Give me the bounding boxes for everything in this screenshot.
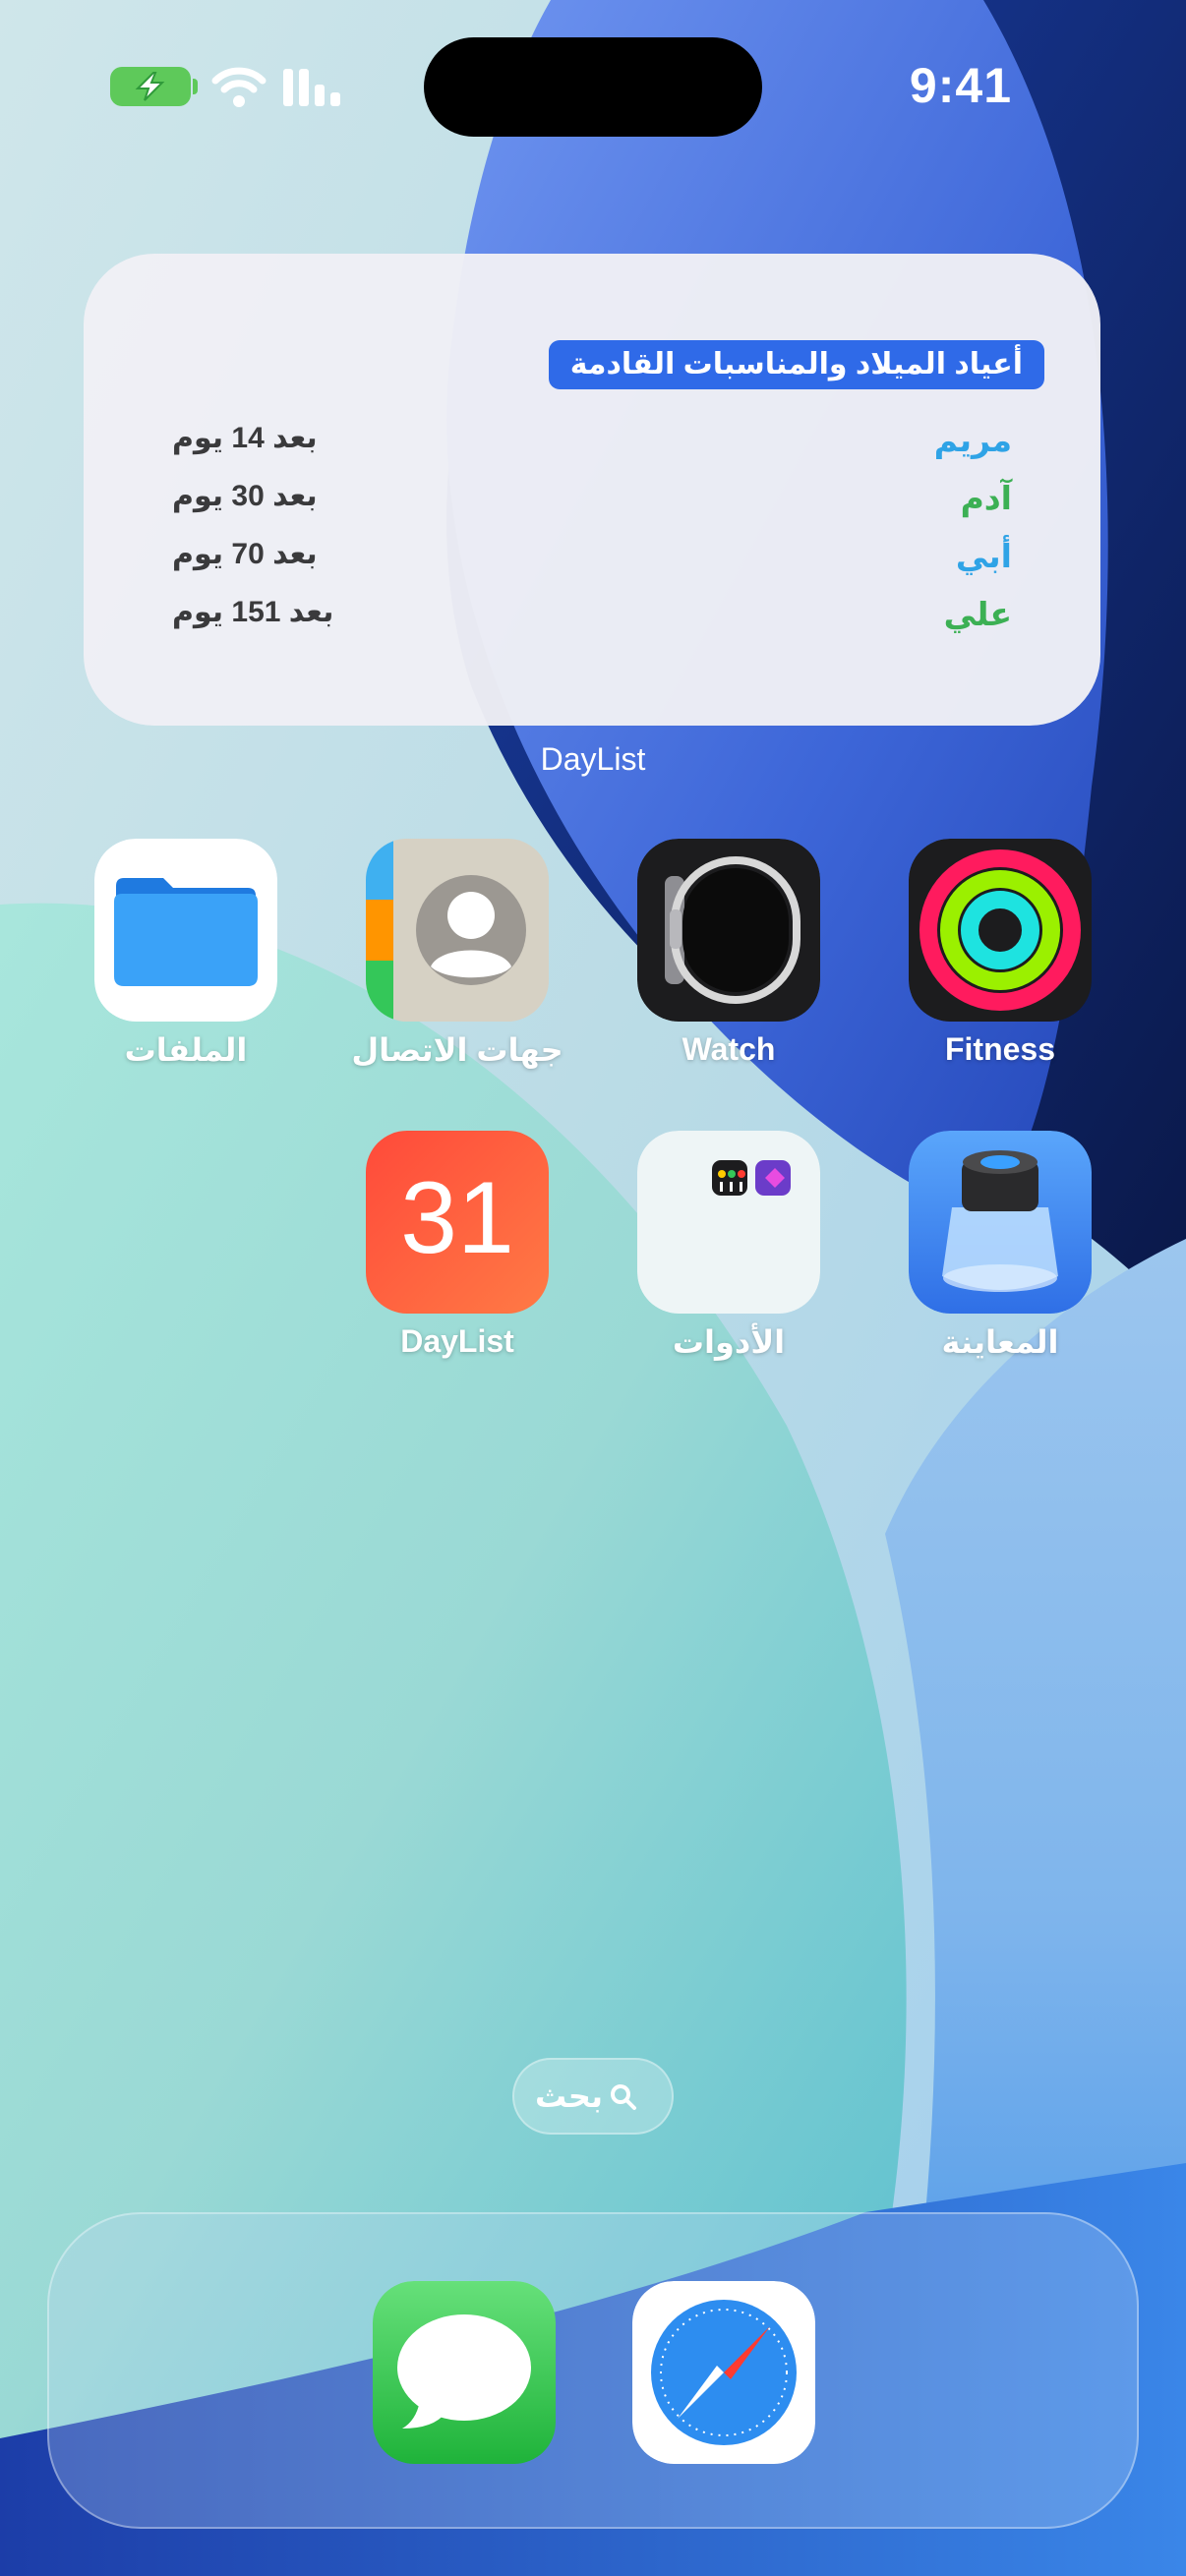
preview-loupe-icon <box>909 1131 1092 1314</box>
messages-icon[interactable] <box>373 2281 556 2464</box>
safari-compass-icon[interactable] <box>632 2281 815 2464</box>
folder-icon <box>94 839 277 1022</box>
battery-nub <box>193 79 198 94</box>
utilities-folder-icon <box>637 1131 820 1314</box>
event-countdown: بعد 30 يوم <box>172 480 318 512</box>
app-label: المعاينة <box>941 1324 1059 1360</box>
cellular-signal-icon <box>283 69 340 106</box>
wifi-icon <box>211 67 267 107</box>
widget-app-label: DayList <box>540 741 646 777</box>
event-name: آدم <box>960 480 1012 516</box>
app-label: Watch <box>682 1031 776 1067</box>
app-label: الأدوات <box>672 1324 786 1360</box>
event-countdown: بعد 14 يوم <box>172 422 318 454</box>
search-label: بحث <box>535 2078 603 2114</box>
search-pill[interactable]: بحث <box>512 2058 674 2135</box>
calendar-day-icon: 31 <box>366 1131 549 1314</box>
status-time: 9:41 <box>909 58 1012 113</box>
contacts-icon <box>366 839 549 1022</box>
app-label: الملفات <box>124 1032 248 1068</box>
status-bar: 9:41 <box>0 0 1186 167</box>
widget-row: أبي بعد 70 يوم <box>172 537 1012 584</box>
app-label: DayList <box>400 1323 514 1359</box>
widget-row: مريم بعد 14 يوم <box>172 421 1012 468</box>
widget-row: آدم بعد 30 يوم <box>172 479 1012 526</box>
event-name: أبي <box>955 538 1012 574</box>
event-countdown: بعد 151 يوم <box>172 596 334 628</box>
event-name: علي <box>943 596 1012 632</box>
battery-charging-icon <box>110 67 191 106</box>
widget-title: أعياد الميلاد والمناسبات القادمة <box>548 340 1044 389</box>
app-label: جهات الاتصال <box>351 1032 563 1068</box>
app-label: Fitness <box>944 1031 1056 1067</box>
dock <box>47 2212 1139 2529</box>
daylist-widget[interactable]: أعياد الميلاد والمناسبات القادمة مريم بع… <box>84 254 1100 726</box>
event-countdown: بعد 70 يوم <box>172 538 318 570</box>
event-name: مريم <box>933 422 1012 458</box>
dynamic-island <box>424 37 762 137</box>
widget-row: علي بعد 151 يوم <box>172 595 1012 642</box>
apple-watch-icon <box>637 839 820 1022</box>
calendar-day-number: 31 <box>400 1161 514 1275</box>
activity-rings-icon <box>909 839 1092 1022</box>
search-icon <box>611 2084 636 2110</box>
